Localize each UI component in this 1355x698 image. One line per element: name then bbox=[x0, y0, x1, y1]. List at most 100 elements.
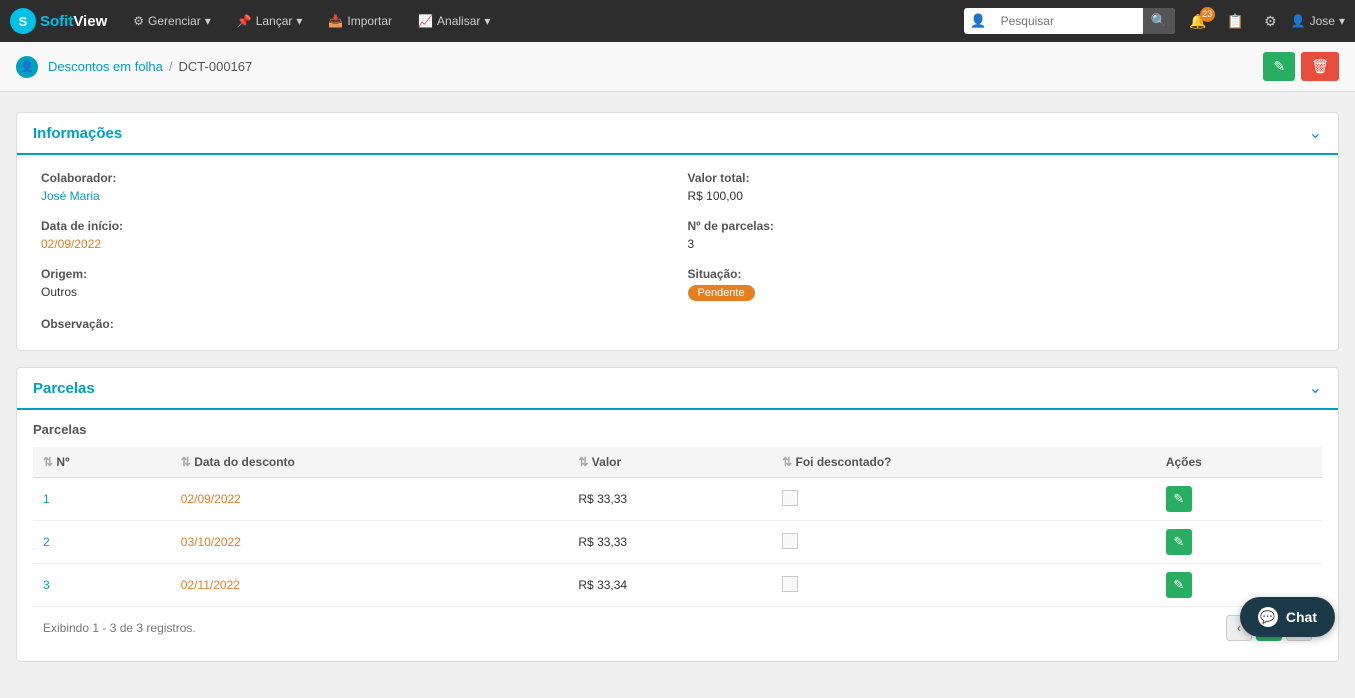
settings-button[interactable]: ⚙ bbox=[1258, 9, 1283, 34]
delete-button[interactable]: 🗑 bbox=[1301, 52, 1339, 81]
origem-value: Outros bbox=[41, 285, 77, 299]
navbar-right: 👤 🔍 🔔 23 📋 ⚙ 👤 Jose ▾ bbox=[964, 8, 1345, 34]
action-buttons: ✎ 🗑 bbox=[1263, 52, 1339, 81]
chevron-down-icon: ▾ bbox=[1339, 14, 1345, 28]
situacao-field: Situação: Pendente bbox=[688, 267, 1315, 301]
data-inicio-field: Data de início: 02/09/2022 bbox=[41, 219, 668, 251]
origem-label: Origem: bbox=[41, 267, 668, 281]
menu-importar[interactable]: 📥 Importar bbox=[318, 10, 402, 32]
chat-button[interactable]: 💬 Chat bbox=[1240, 597, 1335, 637]
cell-num: 1 bbox=[33, 478, 171, 521]
sort-icon: ⇅ bbox=[578, 455, 588, 469]
breadcrumb-separator: / bbox=[169, 59, 173, 74]
observacao-label: Observação: bbox=[41, 317, 668, 331]
table-row: 3 02/11/2022 R$ 33,34 ✎ bbox=[33, 564, 1322, 607]
parcelas-toggle-icon[interactable]: ⌄ bbox=[1309, 378, 1322, 398]
menu-importar-label: Importar bbox=[347, 14, 392, 28]
cell-date: 03/10/2022 bbox=[171, 521, 569, 564]
cell-valor: R$ 33,34 bbox=[568, 564, 772, 607]
menu-lancar[interactable]: 📌 Lançar ▾ bbox=[227, 10, 313, 32]
table-footer: Exibindo 1 - 3 de 3 registros. ‹ 1 › bbox=[33, 607, 1322, 649]
breadcrumb: 👤 Descontos em folha / DCT-000167 bbox=[16, 56, 252, 78]
import-icon: 📥 bbox=[328, 14, 343, 28]
table-row: 2 03/10/2022 R$ 33,33 ✎ bbox=[33, 521, 1322, 564]
table-row: 1 02/09/2022 R$ 33,33 ✎ bbox=[33, 478, 1322, 521]
col-foi-descontado[interactable]: ⇅ Foi descontado? bbox=[772, 447, 1156, 478]
row-edit-button[interactable]: ✎ bbox=[1166, 572, 1192, 598]
cell-valor: R$ 33,33 bbox=[568, 521, 772, 564]
main-content: Informações ⌄ Colaborador: José Maria Va… bbox=[0, 92, 1355, 698]
user-icon: 👤 bbox=[1291, 14, 1306, 28]
informacoes-toggle-icon[interactable]: ⌄ bbox=[1309, 123, 1322, 143]
breadcrumb-user-icon: 👤 bbox=[16, 56, 38, 78]
observacao-field: Observação: bbox=[41, 317, 668, 334]
user-search-icon: 👤 bbox=[964, 9, 992, 33]
breadcrumb-current: DCT-000167 bbox=[179, 59, 253, 74]
parcelas-card: Parcelas ⌄ Parcelas ⇅ Nº ⇅ Data do desco… bbox=[16, 367, 1339, 662]
parcelas-table-wrapper: Parcelas ⇅ Nº ⇅ Data do desconto ⇅ bbox=[17, 410, 1338, 661]
colaborador-label: Colaborador: bbox=[41, 171, 668, 185]
situacao-label: Situação: bbox=[688, 267, 1315, 281]
chart-icon: 📈 bbox=[418, 14, 433, 28]
foi-descontado-checkbox[interactable] bbox=[782, 576, 798, 592]
search-wrapper: 👤 🔍 bbox=[964, 8, 1175, 34]
parcelas-table: ⇅ Nº ⇅ Data do desconto ⇅ Valor ⇅ bbox=[33, 447, 1322, 607]
search-button[interactable]: 🔍 bbox=[1143, 8, 1176, 34]
num-parcelas-label: Nº de parcelas: bbox=[688, 219, 1315, 233]
foi-descontado-checkbox[interactable] bbox=[782, 533, 798, 549]
sort-icon: ⇅ bbox=[181, 455, 191, 469]
row-edit-button[interactable]: ✎ bbox=[1166, 486, 1192, 512]
valor-total-value: R$ 100,00 bbox=[688, 189, 743, 203]
cell-foi-descontado[interactable] bbox=[772, 478, 1156, 521]
chat-label: Chat bbox=[1286, 609, 1317, 625]
col-acoes: Ações bbox=[1156, 447, 1322, 478]
parcelas-title: Parcelas bbox=[33, 380, 95, 397]
menu-gerenciar[interactable]: ⚙ Gerenciar ▾ bbox=[123, 10, 220, 32]
col-valor[interactable]: ⇅ Valor bbox=[568, 447, 772, 478]
document-button[interactable]: 📋 bbox=[1221, 9, 1250, 34]
notification-button[interactable]: 🔔 23 bbox=[1183, 9, 1212, 34]
cell-acoes: ✎ bbox=[1156, 478, 1322, 521]
col-num[interactable]: ⇅ Nº bbox=[33, 447, 171, 478]
edit-button[interactable]: ✎ bbox=[1263, 52, 1295, 81]
col-data-desconto[interactable]: ⇅ Data do desconto bbox=[171, 447, 569, 478]
informacoes-grid: Colaborador: José Maria Valor total: R$ … bbox=[17, 155, 1338, 350]
cell-acoes: ✎ bbox=[1156, 521, 1322, 564]
cell-num: 2 bbox=[33, 521, 171, 564]
pin-icon: 📌 bbox=[237, 14, 252, 28]
search-input[interactable] bbox=[993, 10, 1143, 32]
valor-total-field: Valor total: R$ 100,00 bbox=[688, 171, 1315, 203]
gear-icon: ⚙ bbox=[133, 14, 144, 28]
user-menu[interactable]: 👤 Jose ▾ bbox=[1291, 14, 1345, 28]
brand-view: View bbox=[73, 13, 107, 30]
cell-foi-descontado[interactable] bbox=[772, 521, 1156, 564]
chevron-down-icon: ▾ bbox=[205, 14, 211, 28]
num-parcelas-value: 3 bbox=[688, 237, 695, 251]
situacao-badge: Pendente bbox=[688, 285, 755, 301]
breadcrumb-bar: 👤 Descontos em folha / DCT-000167 ✎ 🗑 bbox=[0, 42, 1355, 92]
num-parcelas-field: Nº de parcelas: 3 bbox=[688, 219, 1315, 251]
cell-date: 02/09/2022 bbox=[171, 478, 569, 521]
data-inicio-label: Data de início: bbox=[41, 219, 668, 233]
cell-num: 3 bbox=[33, 564, 171, 607]
informacoes-header: Informações ⌄ bbox=[17, 113, 1338, 155]
parcelas-table-title: Parcelas bbox=[33, 422, 1322, 437]
brand-logo[interactable]: S Sofit View bbox=[10, 8, 107, 34]
valor-total-label: Valor total: bbox=[688, 171, 1315, 185]
navbar: S Sofit View ⚙ Gerenciar ▾ 📌 Lançar ▾ 📥 … bbox=[0, 0, 1355, 42]
cell-valor: R$ 33,33 bbox=[568, 478, 772, 521]
breadcrumb-parent-link[interactable]: Descontos em folha bbox=[48, 59, 163, 74]
menu-analisar-label: Analisar bbox=[437, 14, 480, 28]
foi-descontado-checkbox[interactable] bbox=[782, 490, 798, 506]
sort-icon: ⇅ bbox=[43, 455, 53, 469]
chat-bubble-icon: 💬 bbox=[1258, 607, 1278, 627]
cell-foi-descontado[interactable] bbox=[772, 564, 1156, 607]
cell-date: 02/11/2022 bbox=[171, 564, 569, 607]
origem-field: Origem: Outros bbox=[41, 267, 668, 301]
row-edit-button[interactable]: ✎ bbox=[1166, 529, 1192, 555]
brand-icon: S bbox=[10, 8, 36, 34]
menu-gerenciar-label: Gerenciar bbox=[148, 14, 201, 28]
chevron-down-icon: ▾ bbox=[484, 14, 490, 28]
menu-lancar-label: Lançar bbox=[256, 14, 293, 28]
menu-analisar[interactable]: 📈 Analisar ▾ bbox=[408, 10, 500, 32]
